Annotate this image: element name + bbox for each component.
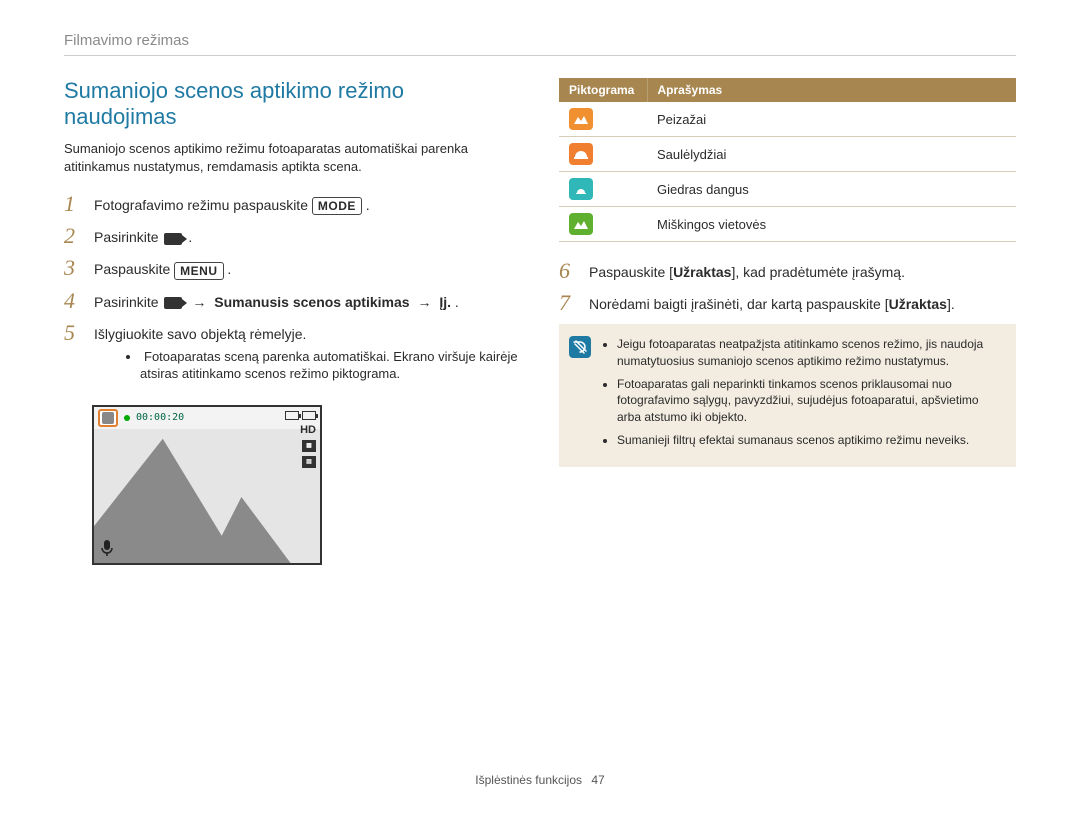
- step-2: 2 Pasirinkite .: [64, 225, 521, 247]
- video-icon: [164, 233, 182, 245]
- step-1: 1 Fotografavimo režimu paspauskite MODE …: [64, 193, 521, 215]
- step-number: 5: [64, 322, 82, 344]
- record-dot-icon: [124, 415, 130, 421]
- step-bold: Įj.: [439, 294, 451, 310]
- step-text: Paspauskite [: [589, 264, 673, 280]
- camera-preview: 00:00:20 HD ▦ ▤: [92, 405, 322, 565]
- step-number: 6: [559, 260, 577, 282]
- battery-icon: [285, 411, 299, 420]
- step-text: Fotografavimo režimu paspauskite: [94, 197, 312, 213]
- step-3: 3 Paspauskite MENU .: [64, 257, 521, 279]
- table-cell: Peizažai: [647, 102, 1016, 137]
- step-4: 4 Pasirinkite → Sumanusis scenos aptikim…: [64, 290, 521, 312]
- video-icon: [164, 297, 182, 309]
- pictogram-table: Piktograma Aprašymas Peizažai Saulėlydži…: [559, 78, 1016, 242]
- shutter-label: Užraktas: [673, 264, 731, 280]
- table-header: Aprašymas: [647, 78, 1016, 102]
- forest-icon: [569, 213, 593, 235]
- step-text: .: [366, 197, 370, 213]
- sunset-icon: [569, 143, 593, 165]
- step-bold: Sumanusis scenos aptikimas: [214, 294, 409, 310]
- table-header: Piktograma: [559, 78, 647, 102]
- page-footer: Išplėstinės funkcijos 47: [0, 773, 1080, 787]
- step-number: 7: [559, 292, 577, 314]
- footer-section: Išplėstinės funkcijos: [475, 773, 582, 787]
- divider: [64, 55, 1016, 56]
- step-5: 5 Išlygiuokite savo objektą rėmelyje. Fo…: [64, 322, 521, 395]
- table-row: Miškingos vietovės: [559, 207, 1016, 242]
- step-text: Pasirinkite: [94, 294, 162, 310]
- subnote-item: Fotoaparatas sceną parenka automatiškai.…: [126, 348, 521, 383]
- step-subnote: Fotoaparatas sceną parenka automatiškai.…: [126, 348, 521, 383]
- step-text: ], kad pradėtumėte įrašymą.: [731, 264, 905, 280]
- step-7: 7 Norėdami baigti įrašinėti, dar kartą p…: [559, 292, 1016, 314]
- step-text: Norėdami baigti įrašinėti, dar kartą pas…: [589, 296, 889, 312]
- table-cell: Giedras dangus: [647, 172, 1016, 207]
- scene-badge-icon: [98, 409, 118, 427]
- breadcrumb: Filmavimo režimas: [64, 32, 1016, 49]
- landscape-icon: [569, 108, 593, 130]
- clear-sky-icon: [569, 178, 593, 200]
- arrow-icon: →: [192, 294, 206, 310]
- note-box: Jeigu fotoaparatas neatpažįsta atitinkam…: [559, 324, 1016, 467]
- table-row: Giedras dangus: [559, 172, 1016, 207]
- arrow-icon: →: [417, 294, 431, 310]
- timecode: 00:00:20: [136, 412, 184, 423]
- step-text: Išlygiuokite savo objektą rėmelyje.: [94, 326, 306, 342]
- step-number: 1: [64, 193, 82, 215]
- mode-button-chip: MODE: [312, 197, 362, 215]
- table-cell: Miškingos vietovės: [647, 207, 1016, 242]
- step-number: 4: [64, 290, 82, 312]
- shutter-label: Užraktas: [889, 296, 947, 312]
- mountains-illustration: [94, 429, 320, 563]
- note-item: Jeigu fotoaparatas neatpažįsta atitinkam…: [617, 336, 1002, 370]
- page-number: 47: [591, 773, 604, 787]
- battery-icon: [302, 411, 316, 420]
- note-icon: [569, 336, 591, 358]
- microphone-icon: [100, 539, 114, 557]
- step-text: Paspauskite: [94, 261, 174, 277]
- page-title: Sumaniojo scenos aptikimo režimo naudoji…: [64, 78, 521, 130]
- step-text: ].: [947, 296, 955, 312]
- step-number: 2: [64, 225, 82, 247]
- intro-text: Sumaniojo scenos aptikimo režimu fotoapa…: [64, 140, 521, 175]
- menu-button-chip: MENU: [174, 262, 223, 280]
- step-text: .: [227, 261, 231, 277]
- step-number: 3: [64, 257, 82, 279]
- table-row: Saulėlydžiai: [559, 137, 1016, 172]
- step-text: .: [455, 294, 459, 310]
- step-text: .: [188, 229, 192, 245]
- note-item: Fotoaparatas gali neparinkti tinkamos sc…: [617, 376, 1002, 426]
- step-6: 6 Paspauskite [Užraktas], kad pradėtumėt…: [559, 260, 1016, 282]
- table-cell: Saulėlydžiai: [647, 137, 1016, 172]
- note-item: Sumanieji filtrų efektai sumanaus scenos…: [617, 432, 1002, 449]
- table-row: Peizažai: [559, 102, 1016, 137]
- step-text: Pasirinkite: [94, 229, 162, 245]
